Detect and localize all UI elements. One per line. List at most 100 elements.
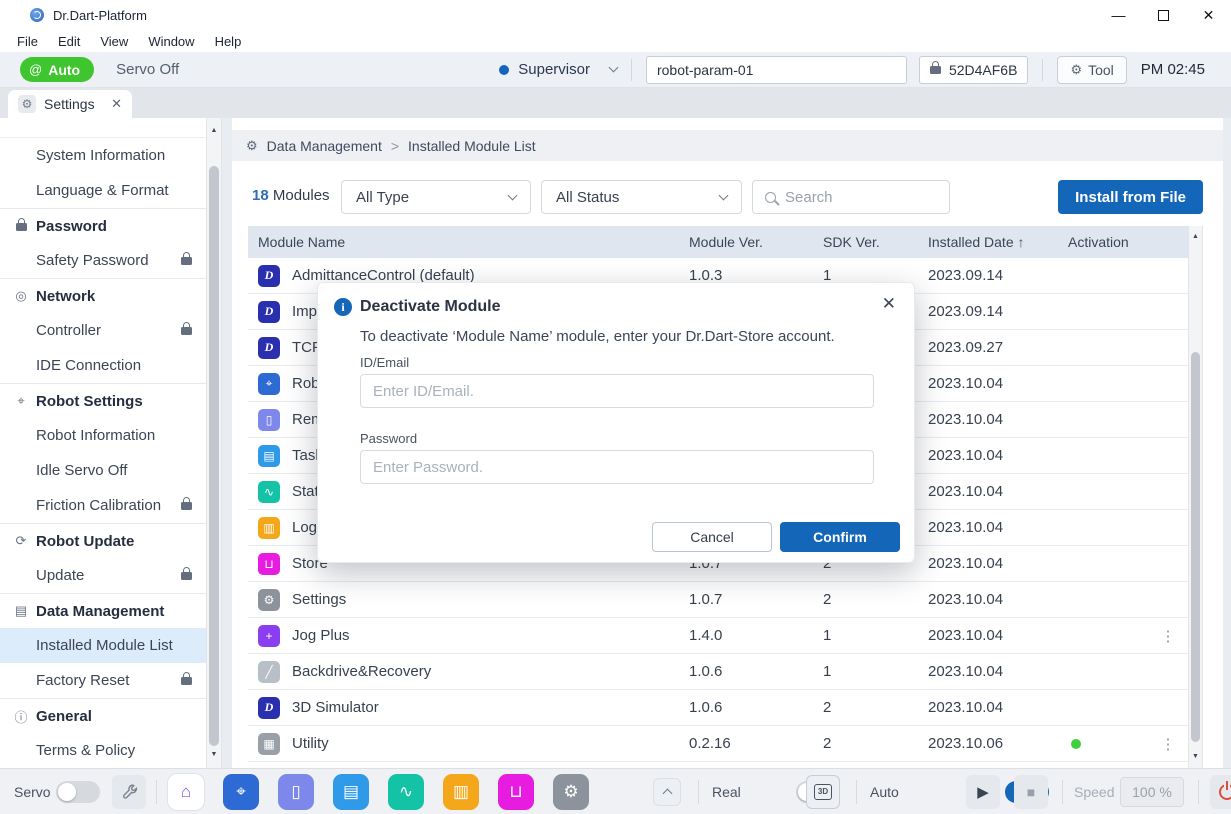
module-row-3d-simulator[interactable]: D3D Simulator1.0.622023.10.04 [248,690,1188,726]
dock-home-icon[interactable]: ⌂ [168,774,204,810]
tab-settings[interactable]: ⚙ Settings ✕ [8,90,132,118]
module-row-utility[interactable]: ▦Utility0.2.1622023.10.06⋮ [248,726,1188,762]
robot-id-box[interactable]: 52D4AF6B [919,56,1028,84]
scrollbar-thumb[interactable] [1191,352,1200,742]
module-row-settings[interactable]: ⚙Settings1.0.722023.10.04 [248,582,1188,618]
sidebar-item-robot-update[interactable]: ⟳Robot Update [0,523,206,558]
table-scrollbar[interactable]: ▲ ▼ [1188,226,1203,768]
dock-settings-icon[interactable]: ⚙ [553,774,589,810]
id-email-input[interactable] [360,374,874,408]
sidebar-item-password[interactable]: Password [0,208,206,243]
installed-date: 2023.10.04 [928,699,1068,716]
menu-window[interactable]: Window [138,34,204,49]
chevron-up-icon [662,789,672,799]
column-header-module-ver: Module Ver. [689,234,823,250]
lock-icon [16,223,27,231]
sidebar-item-data-management[interactable]: ▤Data Management [0,593,206,628]
scroll-down-icon[interactable]: ▼ [207,748,221,762]
scroll-down-icon[interactable]: ▼ [1189,750,1202,764]
servo-status-text: Servo Off [116,61,179,78]
minimize-button[interactable]: — [1096,0,1141,30]
menu-file[interactable]: File [7,34,48,49]
sidebar-item-robot-information[interactable]: Robot Information [0,418,206,453]
tool-button[interactable]: ⚙ Tool [1057,56,1126,84]
sidebar-item-idle-servo-off[interactable]: Idle Servo Off [0,453,206,488]
dock-task-icon[interactable]: ▤ [333,774,369,810]
divider [1062,780,1063,804]
sidebar-item-robot-settings[interactable]: ⌖Robot Settings [0,383,206,418]
sidebar-item-update[interactable]: Update [0,558,206,593]
dock-robot-icon[interactable]: ⌖ [223,774,259,810]
sidebar-item-general[interactable]: ⓘGeneral [0,698,206,733]
tool-button-label: Tool [1088,62,1114,78]
module-name: 3D Simulator [292,699,379,716]
servo-toggle[interactable] [56,781,100,803]
module-row-backdrive-recovery[interactable]: ╱Backdrive&Recovery1.0.612023.10.04 [248,654,1188,690]
dock-logs-icon[interactable]: ▥ [443,774,479,810]
dock-store-icon[interactable]: ⊔ [498,774,534,810]
stop-button[interactable]: ■ [1014,775,1048,809]
installed-date: 2023.10.04 [928,483,1068,500]
dock-remote-icon[interactable]: ▯ [278,774,314,810]
password-input[interactable] [360,450,874,484]
3d-view-button[interactable]: 3D [806,775,840,809]
scroll-up-icon[interactable]: ▲ [1189,230,1202,244]
sidebar-item-label: Factory Reset [36,672,129,689]
tab-close-icon[interactable]: ✕ [111,96,122,112]
close-button[interactable]: ✕ [1186,0,1231,30]
install-from-file-button[interactable]: Install from File [1058,180,1203,214]
column-header-installed-date[interactable]: Installed Date ↑ [928,234,1068,250]
sidebar-item-network[interactable]: ◎Network [0,278,206,313]
sidebar-item-installed-module-list[interactable]: Installed Module List [0,628,206,663]
document-icon: ▤ [11,603,31,619]
maximize-button[interactable] [1141,0,1186,30]
dart-module-icon: D [258,301,280,323]
role-selector[interactable]: Supervisor [499,61,590,78]
chevron-down-icon[interactable] [609,63,619,73]
installed-date: 2023.10.04 [928,411,1068,428]
sidebar-item-terms-policy[interactable]: Terms & Policy [0,733,206,768]
status-filter-select[interactable]: All Status [541,180,742,214]
search-box[interactable] [752,180,950,214]
collapse-button[interactable] [653,778,681,806]
settings-glyph: ⚙ [563,782,578,802]
row-menu-icon[interactable]: ⋮ [1161,628,1176,645]
menu-help[interactable]: Help [205,34,252,49]
auto-mode-badge[interactable]: @Auto [20,57,94,82]
sidebar-item-controller[interactable]: Controller [0,313,206,348]
sidebar-item-safety-password[interactable]: Safety Password [0,243,206,278]
breadcrumb-section[interactable]: Data Management [267,138,382,154]
sidebar-item-friction-calibration[interactable]: Friction Calibration [0,488,206,523]
cancel-button[interactable]: Cancel [652,522,772,552]
menu-edit[interactable]: Edit [48,34,90,49]
type-filter-select[interactable]: All Type [341,180,531,214]
confirm-button[interactable]: Confirm [780,522,900,552]
active-status-dot [1071,739,1081,749]
window-title: Dr.Dart-Platform [53,8,147,23]
robot-param-input[interactable] [646,56,907,84]
module-version: 1.4.0 [689,627,823,644]
sidebar-item-language-format[interactable]: Language & Format [0,173,206,208]
sidebar-item-system-information[interactable]: System Information [0,138,206,173]
list-controls: 18 Modules All Type All Status Install f… [232,180,1223,214]
power-button[interactable] [1210,775,1231,809]
dock-pulse-icon[interactable]: ∿ [388,774,424,810]
dialog-close-icon[interactable]: ✕ [882,295,896,312]
play-icon: ▶ [977,783,989,801]
sidebar-scrollbar[interactable]: ▲ ▼ [206,118,222,768]
sidebar-item-label: Friction Calibration [36,497,161,514]
sidebar-item-factory-reset[interactable]: Factory Reset [0,663,206,698]
scrollbar-thumb[interactable] [209,166,219,746]
module-row-jog-plus[interactable]: +Jog Plus1.4.012023.10.04⋮ [248,618,1188,654]
wrench-button[interactable] [112,775,146,809]
sidebar-item-ide-connection[interactable]: IDE Connection [0,348,206,383]
search-input[interactable] [785,189,937,206]
module-name: Utility [292,735,329,752]
row-menu-icon[interactable]: ⋮ [1161,736,1176,753]
utility-module-icon: ▦ [258,733,280,755]
play-button[interactable]: ▶ [966,775,1000,809]
scroll-up-icon[interactable]: ▲ [207,124,221,138]
menu-view[interactable]: View [90,34,138,49]
logs-glyph: ▥ [453,782,469,802]
activation-cell [1068,739,1148,749]
